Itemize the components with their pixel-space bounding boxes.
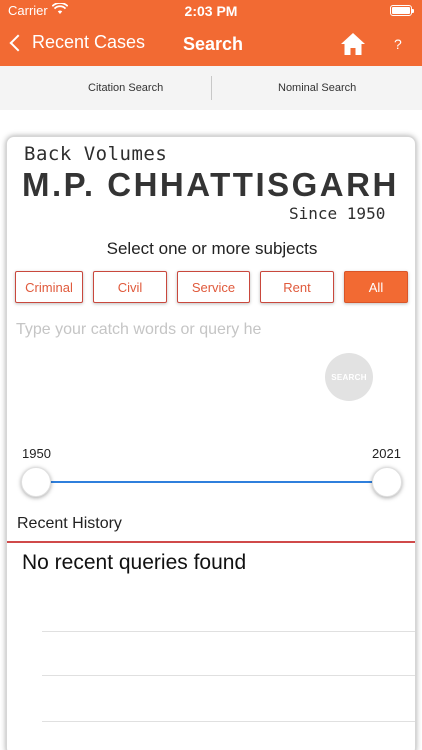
tab-divider — [211, 76, 212, 100]
home-icon[interactable] — [340, 32, 366, 56]
history-row-divider — [42, 631, 415, 632]
search-card: Back Volumes M.P. CHHATTISGARH Since 195… — [6, 136, 416, 750]
tab-nominal-search[interactable]: Nominal Search — [278, 82, 356, 94]
year-max-label: 2021 — [372, 446, 401, 461]
history-row-divider — [42, 675, 415, 676]
year-min-handle[interactable] — [21, 467, 51, 497]
recent-history-title: Recent History — [17, 515, 122, 532]
chevron-left-icon — [9, 34, 27, 52]
history-row-divider — [42, 721, 415, 722]
logo-title: M.P. CHHATTISGARH — [22, 166, 399, 203]
back-button[interactable]: Recent Cases — [9, 32, 146, 53]
battery-icon — [390, 5, 414, 16]
subject-prompt: Select one or more subjects — [106, 239, 318, 258]
publication-logo: Back Volumes M.P. CHHATTISGARH Since 195… — [7, 137, 415, 227]
status-time: 2:03 PM — [184, 3, 238, 19]
back-button-label: Recent Cases — [32, 32, 146, 52]
page-title: Search — [183, 34, 244, 54]
tab-citation-search[interactable]: Citation Search — [88, 82, 163, 94]
help-button[interactable]: ? — [394, 36, 402, 52]
search-type-tabs: Citation Search Nominal Search — [0, 66, 422, 110]
search-button[interactable]: SEARCH — [325, 353, 373, 401]
navigation-bar: Recent Cases Search ? — [0, 22, 422, 66]
query-input[interactable]: Type your catch words or query he — [16, 321, 261, 339]
subject-rent-button[interactable]: Rent — [260, 271, 334, 303]
status-bar: Carrier 2:03 PM — [0, 0, 422, 22]
subject-criminal-button[interactable]: Criminal — [15, 271, 83, 303]
subject-civil-button[interactable]: Civil — [93, 271, 167, 303]
logo-since: Since 1950 — [289, 204, 386, 223]
history-divider — [7, 541, 415, 543]
year-min-label: 1950 — [22, 446, 51, 461]
history-empty-message: No recent queries found — [22, 551, 247, 574]
year-max-handle[interactable] — [372, 467, 402, 497]
year-range-track[interactable] — [35, 481, 387, 483]
subject-all-button[interactable]: All — [344, 271, 408, 303]
subject-service-button[interactable]: Service — [177, 271, 250, 303]
logo-back-volumes: Back Volumes — [24, 143, 168, 165]
